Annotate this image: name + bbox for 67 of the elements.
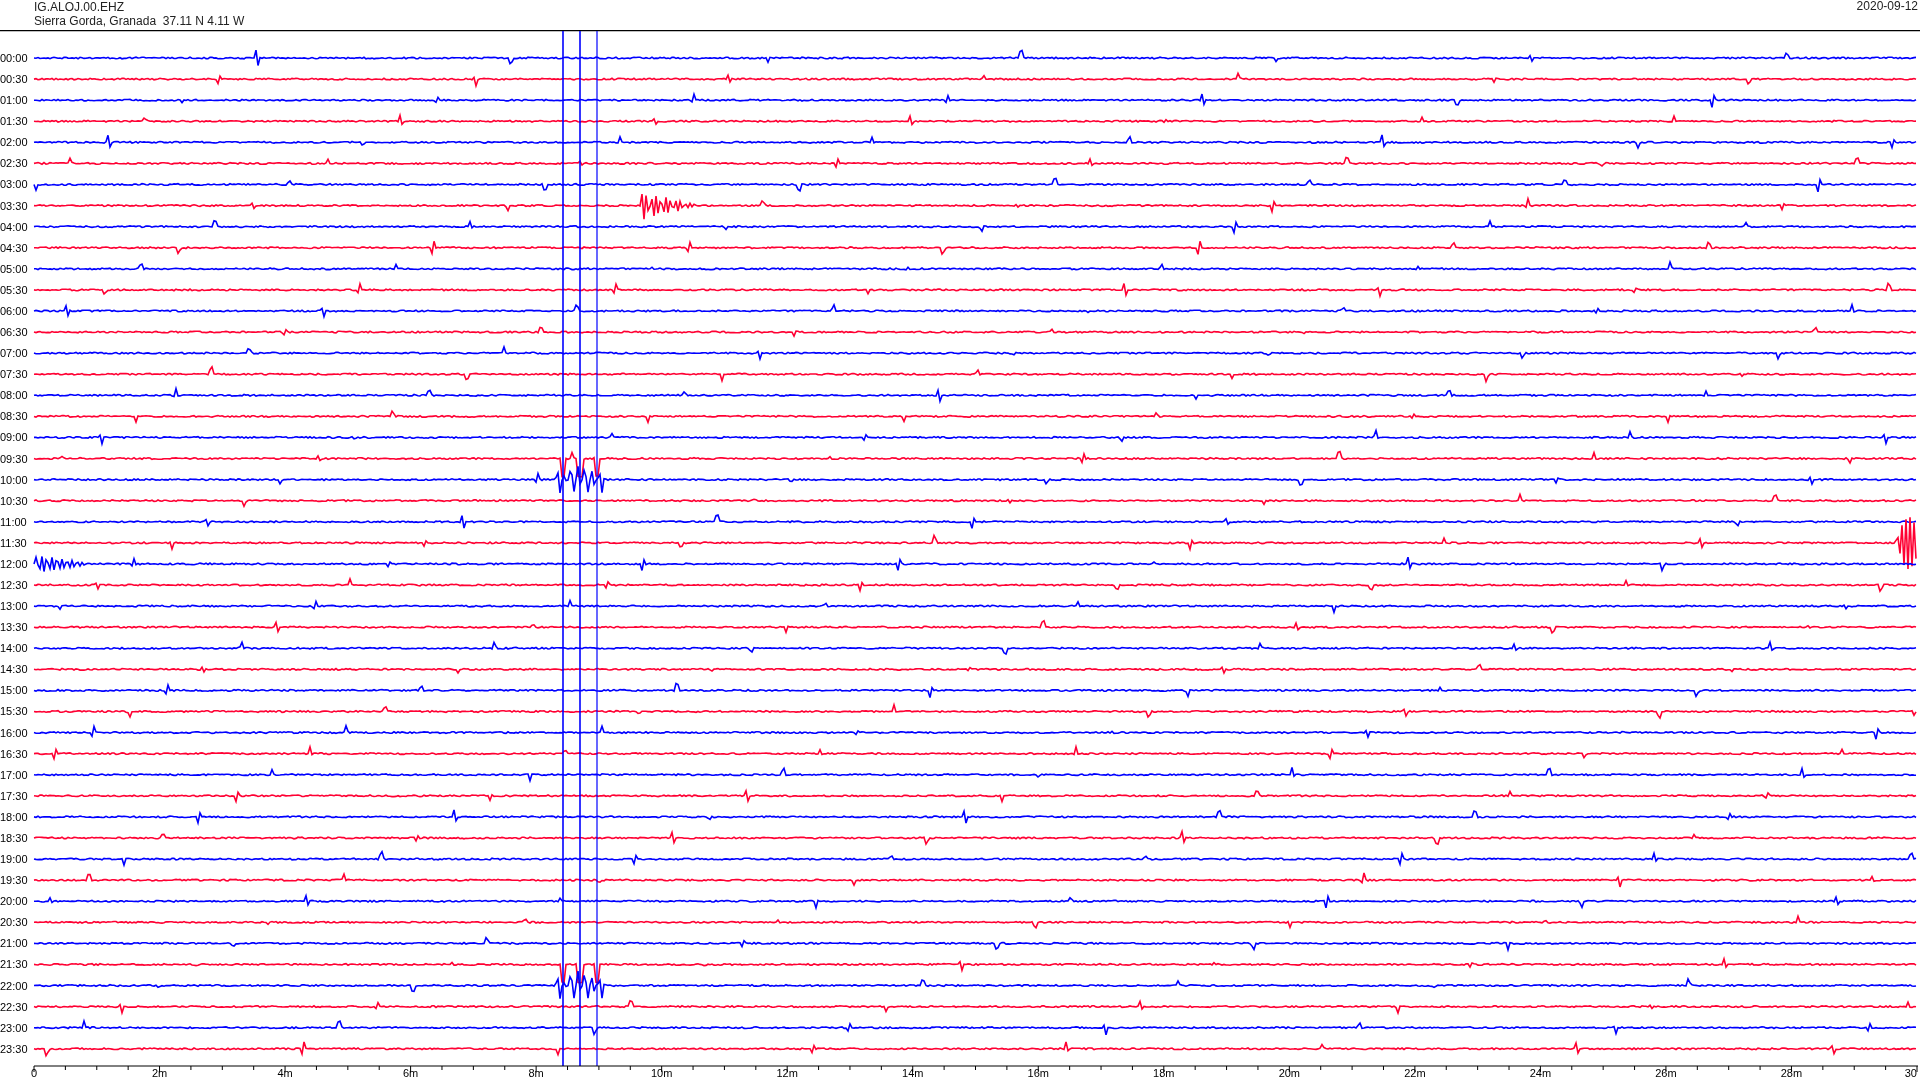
trace-time-label: 23:30 xyxy=(0,1042,28,1055)
trace-time-label: 20:00 xyxy=(0,895,28,908)
trace-time-label: 20:30 xyxy=(0,916,28,929)
trace-time-label: 02:30 xyxy=(0,157,28,170)
trace-time-label: 17:30 xyxy=(0,789,28,802)
trace-time-label: 07:30 xyxy=(0,368,28,381)
axis-tick-label: 0 xyxy=(30,1067,38,1079)
axis-tick-label: 12m xyxy=(776,1067,798,1079)
trace-time-label: 15:00 xyxy=(0,684,28,697)
trace-time-label: 23:00 xyxy=(0,1021,28,1034)
axis-tick-label: 24m xyxy=(1529,1067,1552,1079)
trace-time-label: 01:00 xyxy=(0,94,28,107)
trace-time-label: 12:30 xyxy=(0,579,28,591)
trace-time-label: 00:00 xyxy=(0,52,28,64)
axis-tick-label: 30 xyxy=(1904,1067,1917,1079)
trace-time-label: 09:30 xyxy=(0,452,28,465)
trace-time-label: 01:30 xyxy=(0,115,28,128)
trace-time-label: 13:00 xyxy=(0,600,28,613)
trace-time-label: 02:00 xyxy=(0,136,28,149)
trace-time-label: 07:00 xyxy=(0,347,28,360)
trace-time-label: 05:30 xyxy=(0,283,28,296)
axis-tick-label: 10m xyxy=(650,1067,673,1079)
trace-time-label: 16:30 xyxy=(0,747,28,760)
station-location: Sierra Gorda, Granada 37.11 N 4.11 W xyxy=(34,14,245,28)
station-code: IG.ALOJ.00.EHZ xyxy=(34,0,126,14)
axis-tick-label: 8m xyxy=(528,1067,544,1079)
axis-tick-label: 2m xyxy=(151,1067,168,1079)
axis-tick-label: 20m xyxy=(1278,1067,1301,1079)
trace-time-label: 11:30 xyxy=(0,536,27,549)
trace-time-label: 14:30 xyxy=(0,663,28,676)
axis-tick-label: 18m xyxy=(1153,1067,1175,1079)
trace-time-label: 12:00 xyxy=(0,557,28,570)
trace-time-label: 08:30 xyxy=(0,410,28,423)
trace-time-label: 09:00 xyxy=(0,431,28,444)
trace-time-label: 13:30 xyxy=(0,621,28,634)
trace-time-label: 18:00 xyxy=(0,810,28,823)
trace-time-label: 14:00 xyxy=(0,642,28,655)
trace-time-label: 18:30 xyxy=(0,831,28,844)
record-date: 2020-09-12 xyxy=(1856,0,1918,15)
axis-tick-label: 26m xyxy=(1655,1067,1677,1079)
trace-time-label: 03:30 xyxy=(0,199,28,212)
trace-time-label: 22:00 xyxy=(0,979,28,992)
trace-time-label: 11:00 xyxy=(0,515,27,528)
trace-time-label: 06:30 xyxy=(0,326,28,339)
trace-time-label: 22:30 xyxy=(0,1000,28,1013)
trace-time-label: 21:00 xyxy=(0,937,28,950)
trace-time-label: 04:00 xyxy=(0,220,28,233)
trace-time-label: 21:30 xyxy=(0,958,28,971)
trace-time-label: 08:00 xyxy=(0,389,28,402)
trace-time-label: 19:00 xyxy=(0,853,28,866)
axis-tick-label: 28m xyxy=(1780,1067,1803,1079)
trace-time-label: 03:00 xyxy=(0,178,28,191)
trace-time-label: 05:00 xyxy=(0,262,28,275)
trace-time-label: 04:30 xyxy=(0,241,28,254)
axis-tick-label: 16m xyxy=(1027,1067,1049,1079)
trace-time-label: 15:30 xyxy=(0,705,28,718)
axis-tick-label: 22m xyxy=(1404,1067,1426,1079)
trace-time-label: 10:00 xyxy=(0,473,28,486)
axis-tick-label: 6m xyxy=(402,1067,419,1079)
trace-time-label: 19:30 xyxy=(0,874,28,887)
axis-tick-label: 14m xyxy=(902,1067,924,1079)
trace-time-label: 00:30 xyxy=(0,73,28,86)
trace-time-label: 06:00 xyxy=(0,304,28,317)
axis-tick-label: 4m xyxy=(277,1067,293,1079)
trace-time-label: 10:30 xyxy=(0,494,28,507)
trace-time-label: 16:00 xyxy=(0,726,28,739)
trace-time-label: 17:00 xyxy=(0,768,28,781)
